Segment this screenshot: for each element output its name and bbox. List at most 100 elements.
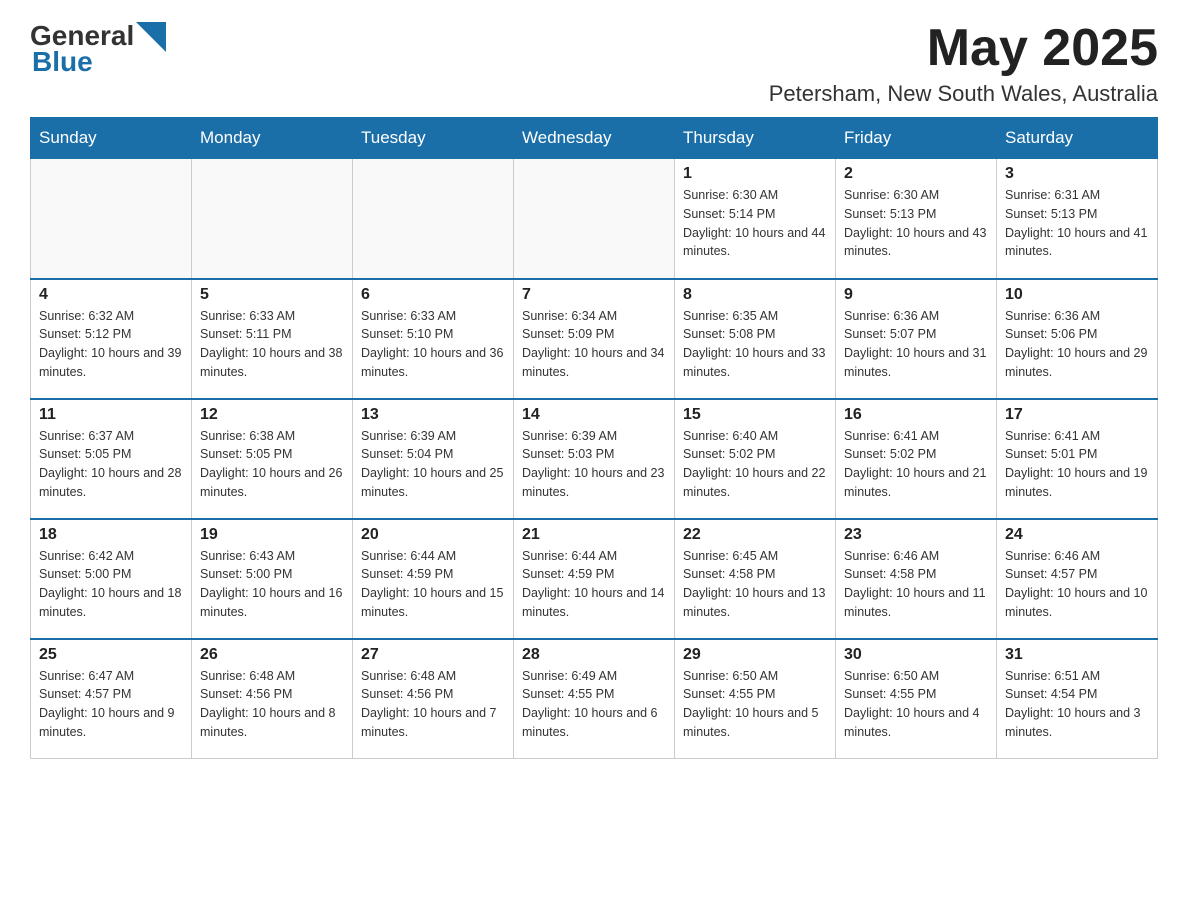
- month-title: May 2025: [769, 20, 1158, 77]
- calendar-cell: 31 Sunrise: 6:51 AMSunset: 4:54 PMDayligh…: [997, 639, 1158, 759]
- day-info: Sunrise: 6:48 AMSunset: 4:56 PMDaylight:…: [361, 667, 505, 742]
- day-number: 24: [1005, 526, 1149, 544]
- day-info: Sunrise: 6:33 AMSunset: 5:11 PMDaylight:…: [200, 307, 344, 382]
- day-number: 29: [683, 646, 827, 664]
- day-number: 15: [683, 406, 827, 424]
- day-number: 10: [1005, 286, 1149, 304]
- calendar-cell: 17 Sunrise: 6:41 AMSunset: 5:01 PMDayligh…: [997, 399, 1158, 519]
- day-info: Sunrise: 6:44 AMSunset: 4:59 PMDaylight:…: [361, 547, 505, 622]
- logo: General Blue: [30, 20, 166, 78]
- day-info: Sunrise: 6:48 AMSunset: 4:56 PMDaylight:…: [200, 667, 344, 742]
- day-info: Sunrise: 6:43 AMSunset: 5:00 PMDaylight:…: [200, 547, 344, 622]
- logo-triangle-icon: [136, 22, 166, 52]
- calendar-cell: 30Sunrise: 6:50 AMSunset: 4:55 PMDayligh…: [836, 639, 997, 759]
- calendar-cell: 1 Sunrise: 6:30 AMSunset: 5:14 PMDaylight…: [675, 159, 836, 279]
- calendar-cell: 2 Sunrise: 6:30 AMSunset: 5:13 PMDaylight…: [836, 159, 997, 279]
- day-info: Sunrise: 6:36 AMSunset: 5:07 PMDaylight:…: [844, 307, 988, 382]
- calendar-cell: 11 Sunrise: 6:37 AMSunset: 5:05 PMDayligh…: [31, 399, 192, 519]
- calendar-cell: 5 Sunrise: 6:33 AMSunset: 5:11 PMDaylight…: [192, 279, 353, 399]
- day-number: 30: [844, 646, 988, 664]
- day-number: 27: [361, 646, 505, 664]
- day-number: 21: [522, 526, 666, 544]
- calendar-cell: 6Sunrise: 6:33 AMSunset: 5:10 PMDaylight…: [353, 279, 514, 399]
- calendar-cell: 28Sunrise: 6:49 AMSunset: 4:55 PMDayligh…: [514, 639, 675, 759]
- day-of-week-header: Tuesday: [353, 118, 514, 159]
- day-info: Sunrise: 6:33 AMSunset: 5:10 PMDaylight:…: [361, 307, 505, 382]
- day-info: Sunrise: 6:39 AMSunset: 5:03 PMDaylight:…: [522, 427, 666, 502]
- day-info: Sunrise: 6:51 AMSunset: 4:54 PMDaylight:…: [1005, 667, 1149, 742]
- day-number: 3: [1005, 165, 1149, 183]
- day-number: 18: [39, 526, 183, 544]
- calendar-cell: [353, 159, 514, 279]
- calendar-cell: [192, 159, 353, 279]
- calendar-cell: 24 Sunrise: 6:46 AMSunset: 4:57 PMDayligh…: [997, 519, 1158, 639]
- day-of-week-header: Monday: [192, 118, 353, 159]
- day-number: 9: [844, 286, 988, 304]
- day-info: Sunrise: 6:45 AMSunset: 4:58 PMDaylight:…: [683, 547, 827, 622]
- calendar-cell: 9 Sunrise: 6:36 AMSunset: 5:07 PMDaylight…: [836, 279, 997, 399]
- day-number: 17: [1005, 406, 1149, 424]
- day-info: Sunrise: 6:30 AMSunset: 5:13 PMDaylight:…: [844, 186, 988, 261]
- day-number: 1: [683, 165, 827, 183]
- calendar-cell: 26 Sunrise: 6:48 AMSunset: 4:56 PMDayligh…: [192, 639, 353, 759]
- calendar-week-row: 4 Sunrise: 6:32 AMSunset: 5:12 PMDaylight…: [31, 279, 1158, 399]
- page-header: General Blue May 2025 Petersham, New Sou…: [30, 20, 1158, 107]
- day-info: Sunrise: 6:39 AMSunset: 5:04 PMDaylight:…: [361, 427, 505, 502]
- calendar-cell: [31, 159, 192, 279]
- logo-blue-text: Blue: [32, 46, 93, 78]
- day-info: Sunrise: 6:34 AMSunset: 5:09 PMDaylight:…: [522, 307, 666, 382]
- day-number: 11: [39, 406, 183, 424]
- day-number: 26: [200, 646, 344, 664]
- day-number: 31: [1005, 646, 1149, 664]
- day-info: Sunrise: 6:44 AMSunset: 4:59 PMDaylight:…: [522, 547, 666, 622]
- calendar-cell: 14 Sunrise: 6:39 AMSunset: 5:03 PMDayligh…: [514, 399, 675, 519]
- day-info: Sunrise: 6:37 AMSunset: 5:05 PMDaylight:…: [39, 427, 183, 502]
- day-number: 8: [683, 286, 827, 304]
- day-number: 14: [522, 406, 666, 424]
- calendar-cell: 3 Sunrise: 6:31 AMSunset: 5:13 PMDaylight…: [997, 159, 1158, 279]
- day-number: 19: [200, 526, 344, 544]
- day-number: 20: [361, 526, 505, 544]
- calendar-cell: 19 Sunrise: 6:43 AMSunset: 5:00 PMDayligh…: [192, 519, 353, 639]
- day-info: Sunrise: 6:41 AMSunset: 5:01 PMDaylight:…: [1005, 427, 1149, 502]
- calendar-cell: 18Sunrise: 6:42 AMSunset: 5:00 PMDayligh…: [31, 519, 192, 639]
- calendar-week-row: 18Sunrise: 6:42 AMSunset: 5:00 PMDayligh…: [31, 519, 1158, 639]
- day-info: Sunrise: 6:50 AMSunset: 4:55 PMDaylight:…: [683, 667, 827, 742]
- calendar-week-row: 25Sunrise: 6:47 AMSunset: 4:57 PMDayligh…: [31, 639, 1158, 759]
- day-of-week-header: Wednesday: [514, 118, 675, 159]
- day-of-week-header: Friday: [836, 118, 997, 159]
- day-info: Sunrise: 6:36 AMSunset: 5:06 PMDaylight:…: [1005, 307, 1149, 382]
- location-title: Petersham, New South Wales, Australia: [769, 81, 1158, 107]
- calendar-cell: 15Sunrise: 6:40 AMSunset: 5:02 PMDayligh…: [675, 399, 836, 519]
- day-number: 16: [844, 406, 988, 424]
- calendar-cell: 21 Sunrise: 6:44 AMSunset: 4:59 PMDayligh…: [514, 519, 675, 639]
- day-info: Sunrise: 6:35 AMSunset: 5:08 PMDaylight:…: [683, 307, 827, 382]
- calendar-cell: 4 Sunrise: 6:32 AMSunset: 5:12 PMDaylight…: [31, 279, 192, 399]
- day-info: Sunrise: 6:49 AMSunset: 4:55 PMDaylight:…: [522, 667, 666, 742]
- calendar-cell: [514, 159, 675, 279]
- day-number: 5: [200, 286, 344, 304]
- day-number: 2: [844, 165, 988, 183]
- calendar-cell: 12 Sunrise: 6:38 AMSunset: 5:05 PMDayligh…: [192, 399, 353, 519]
- calendar-cell: 27 Sunrise: 6:48 AMSunset: 4:56 PMDayligh…: [353, 639, 514, 759]
- day-number: 4: [39, 286, 183, 304]
- calendar-header-row: SundayMondayTuesdayWednesdayThursdayFrid…: [31, 118, 1158, 159]
- calendar-cell: 16 Sunrise: 6:41 AMSunset: 5:02 PMDayligh…: [836, 399, 997, 519]
- day-info: Sunrise: 6:38 AMSunset: 5:05 PMDaylight:…: [200, 427, 344, 502]
- day-of-week-header: Thursday: [675, 118, 836, 159]
- calendar-week-row: 1 Sunrise: 6:30 AMSunset: 5:14 PMDaylight…: [31, 159, 1158, 279]
- calendar-cell: 10 Sunrise: 6:36 AMSunset: 5:06 PMDayligh…: [997, 279, 1158, 399]
- calendar-cell: 25Sunrise: 6:47 AMSunset: 4:57 PMDayligh…: [31, 639, 192, 759]
- day-info: Sunrise: 6:32 AMSunset: 5:12 PMDaylight:…: [39, 307, 183, 382]
- day-number: 12: [200, 406, 344, 424]
- day-info: Sunrise: 6:41 AMSunset: 5:02 PMDaylight:…: [844, 427, 988, 502]
- day-info: Sunrise: 6:46 AMSunset: 4:57 PMDaylight:…: [1005, 547, 1149, 622]
- day-info: Sunrise: 6:47 AMSunset: 4:57 PMDaylight:…: [39, 667, 183, 742]
- calendar-cell: 8 Sunrise: 6:35 AMSunset: 5:08 PMDaylight…: [675, 279, 836, 399]
- day-info: Sunrise: 6:30 AMSunset: 5:14 PMDaylight:…: [683, 186, 827, 261]
- calendar-cell: 13Sunrise: 6:39 AMSunset: 5:04 PMDayligh…: [353, 399, 514, 519]
- day-info: Sunrise: 6:31 AMSunset: 5:13 PMDaylight:…: [1005, 186, 1149, 261]
- day-of-week-header: Saturday: [997, 118, 1158, 159]
- calendar-cell: 23Sunrise: 6:46 AMSunset: 4:58 PMDayligh…: [836, 519, 997, 639]
- title-section: May 2025 Petersham, New South Wales, Aus…: [769, 20, 1158, 107]
